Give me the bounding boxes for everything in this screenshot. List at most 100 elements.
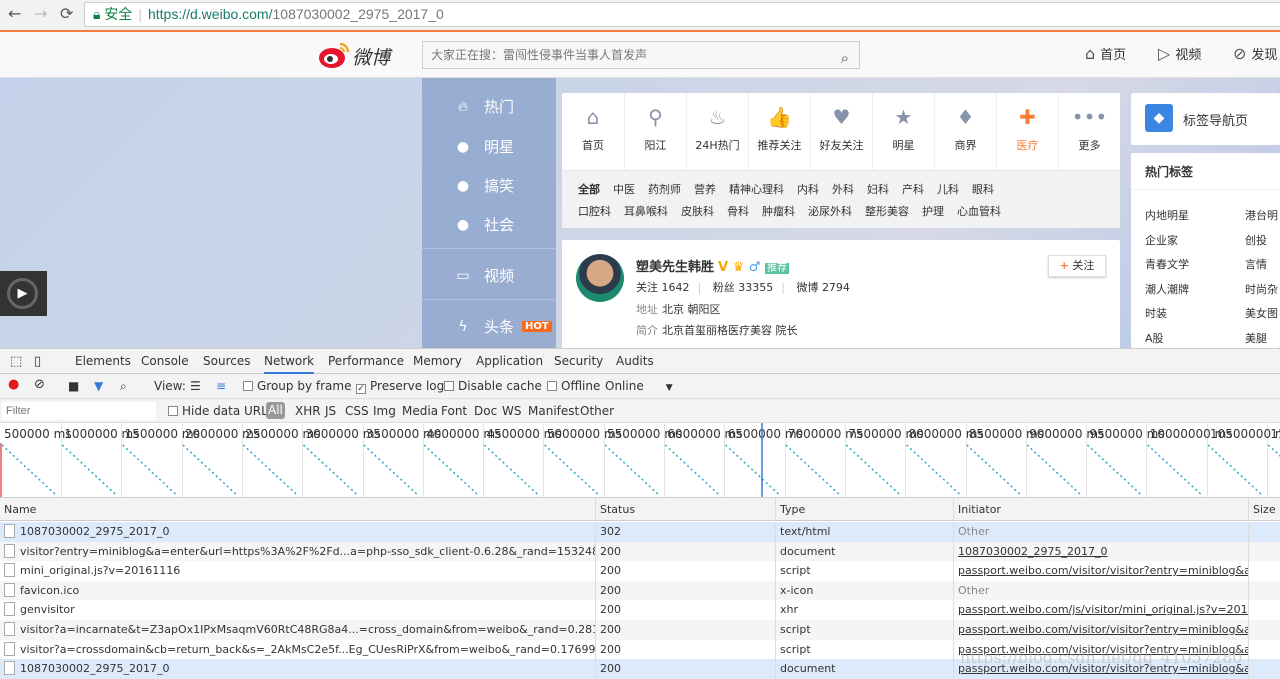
video-play-button[interactable]: ▶ <box>0 271 47 316</box>
forward-button[interactable]: → <box>34 4 47 23</box>
subcategory-item[interactable]: 肿瘤科 <box>762 201 795 223</box>
tab-application[interactable]: Application <box>476 354 543 368</box>
category-0[interactable]: ⌂ 首页 <box>562 93 624 170</box>
request-name[interactable]: mini_original.js?v=20161116 <box>20 564 180 577</box>
tab-sources[interactable]: Sources <box>203 354 250 368</box>
subcategory-item[interactable]: 眼科 <box>972 179 994 201</box>
tab-network[interactable]: Network <box>264 354 315 374</box>
hot-tag[interactable]: 言情 <box>1245 256 1267 272</box>
subcategory-item[interactable]: 耳鼻喉科 <box>624 201 668 223</box>
hot-tag[interactable]: 美腿 <box>1245 330 1267 346</box>
subcategory-item[interactable]: 心血管科 <box>957 201 1001 223</box>
request-name[interactable]: favicon.ico <box>20 584 79 597</box>
back-button[interactable]: ← <box>8 4 21 23</box>
table-row[interactable]: visitor?entry=miniblog&a=enter&url=https… <box>0 541 1280 562</box>
following-count[interactable]: 1642 <box>662 281 690 294</box>
avatar[interactable] <box>576 254 624 302</box>
type-filter-ws[interactable]: WS <box>502 404 521 418</box>
subcategory-item[interactable]: 营养 <box>694 179 716 201</box>
waterfall-view-icon[interactable]: ≡ <box>216 379 226 393</box>
subcategory-item[interactable]: 口腔科 <box>578 201 611 223</box>
profile-name[interactable]: 塑美先生韩胜 <box>636 260 714 275</box>
subcategory-item[interactable]: 骨科 <box>727 201 749 223</box>
category-8[interactable]: ••• 更多 <box>1058 93 1120 170</box>
tag-nav-card[interactable]: ◆ 标签导航页 <box>1131 93 1280 145</box>
category-4[interactable]: ♥ 好友关注 <box>810 93 872 170</box>
left-nav-stars[interactable]: ● 明星 <box>422 136 556 157</box>
subcategory-item[interactable]: 全部 <box>578 179 600 201</box>
hot-tag[interactable]: A股 <box>1145 330 1164 346</box>
inspect-icon[interactable]: ⬚ <box>10 354 22 369</box>
type-filter-media[interactable]: Media <box>402 404 438 418</box>
hot-tag[interactable]: 港台明 <box>1245 207 1278 223</box>
list-view-icon[interactable]: ☰ <box>190 379 201 393</box>
throttle-select[interactable]: Online ▼ <box>605 379 673 393</box>
cell-initiator[interactable]: passport.weibo.com/visitor/visitor?entry… <box>953 561 1248 581</box>
col-initiator[interactable]: Initiator <box>953 498 1001 521</box>
request-name[interactable]: 1087030002_2975_2017_0 <box>20 525 169 538</box>
tab-console[interactable]: Console <box>141 354 189 368</box>
record-icon[interactable]: ● <box>8 377 19 392</box>
follow-button[interactable]: + 关注 <box>1048 255 1106 277</box>
col-type[interactable]: Type <box>775 498 805 521</box>
left-nav-headlines[interactable]: ϟ 头条 HOT <box>422 316 556 337</box>
offline-checkbox[interactable]: Offline <box>547 379 600 393</box>
hide-data-urls-checkbox[interactable]: Hide data URLs <box>168 404 274 418</box>
subcategory-item[interactable]: 妇科 <box>867 179 889 201</box>
weibo-logo[interactable]: 微博 <box>318 40 398 70</box>
category-7[interactable]: ✚ 医疗 <box>996 93 1058 170</box>
request-name[interactable]: visitor?a=crossdomain&cb=return_back&s=_… <box>20 643 595 656</box>
nav-discover[interactable]: ⊘ 发现 <box>1233 44 1277 63</box>
cell-initiator[interactable]: 1087030002_2975_2017_0 <box>953 541 1248 562</box>
tab-memory[interactable]: Memory <box>413 354 462 368</box>
reload-button[interactable]: ⟳ <box>60 4 73 23</box>
type-filter-font[interactable]: Font <box>441 404 467 418</box>
address-bar[interactable]: 🔒︎ 安全 | https://d.weibo.com/1087030002_297… <box>84 2 1280 27</box>
hot-tag[interactable]: 企业家 <box>1145 232 1178 248</box>
request-name[interactable]: visitor?a=incarnate&t=Z3apOx1IPxMsaqmV60… <box>20 623 595 636</box>
col-status[interactable]: Status <box>595 498 635 521</box>
hot-tag[interactable]: 青春文学 <box>1145 256 1189 272</box>
request-name[interactable]: genvisitor <box>20 603 75 616</box>
hot-tag[interactable]: 创投 <box>1245 232 1267 248</box>
hot-tag[interactable]: 时尚杂 <box>1245 281 1278 297</box>
category-2[interactable]: ♨ 24H热门 <box>686 93 748 170</box>
search-icon[interactable]: ⌕ <box>120 379 127 394</box>
type-filter-all[interactable]: All <box>266 402 285 419</box>
col-size[interactable]: Size <box>1248 498 1276 521</box>
clear-icon[interactable]: ⊘ <box>34 377 45 392</box>
nav-home[interactable]: ⌂ 首页 <box>1085 44 1126 63</box>
cell-initiator[interactable]: passport.weibo.com/js/visitor/mini_origi… <box>953 600 1248 620</box>
nav-video[interactable]: ▷ 视频 <box>1158 44 1201 63</box>
left-nav-funny[interactable]: ● 搞笑 <box>422 175 556 196</box>
table-row[interactable]: favicon.ico 200 x-icon Other <box>0 580 1280 601</box>
filter-input[interactable] <box>2 402 156 420</box>
subcategory-item[interactable]: 内科 <box>797 179 819 201</box>
type-filter-css[interactable]: CSS <box>345 404 369 418</box>
fans-count[interactable]: 33355 <box>738 281 773 294</box>
tab-performance[interactable]: Performance <box>328 354 404 368</box>
subcategory-item[interactable]: 产科 <box>902 179 924 201</box>
subcategory-item[interactable]: 整形美容 <box>865 201 909 223</box>
type-filter-js[interactable]: JS <box>325 404 336 418</box>
group-by-frame-checkbox[interactable]: Group by frame <box>243 379 351 393</box>
category-5[interactable]: ★ 明星 <box>872 93 934 170</box>
table-row[interactable]: visitor?a=incarnate&t=Z3apOx1IPxMsaqmV60… <box>0 620 1280 640</box>
hot-tag[interactable]: 时装 <box>1145 305 1167 321</box>
subcategory-item[interactable]: 皮肤科 <box>681 201 714 223</box>
subcategory-item[interactable]: 外科 <box>832 179 854 201</box>
type-filter-doc[interactable]: Doc <box>474 404 497 418</box>
type-filter-img[interactable]: Img <box>373 404 396 418</box>
tab-security[interactable]: Security <box>554 354 603 368</box>
network-timeline[interactable]: 500000 ms 1000000 ms 1500000 ms 2000000 ms 2… <box>0 423 1280 498</box>
col-name[interactable]: Name <box>0 498 36 521</box>
hot-tag[interactable]: 内地明星 <box>1145 207 1189 223</box>
table-row[interactable]: genvisitor 200 xhr passport.weibo.com/js/vi… <box>0 600 1280 620</box>
table-row[interactable]: 1087030002_2975_2017_0 302 text/html Other <box>0 522 1280 542</box>
filter-icon[interactable]: ▼ <box>94 379 103 393</box>
subcategory-item[interactable]: 药剂师 <box>648 179 681 201</box>
posts-count[interactable]: 2794 <box>822 281 850 294</box>
category-1[interactable]: ⚲ 阳江 <box>624 93 686 170</box>
subcategory-item[interactable]: 中医 <box>613 179 635 201</box>
subcategory-item[interactable]: 儿科 <box>937 179 959 201</box>
